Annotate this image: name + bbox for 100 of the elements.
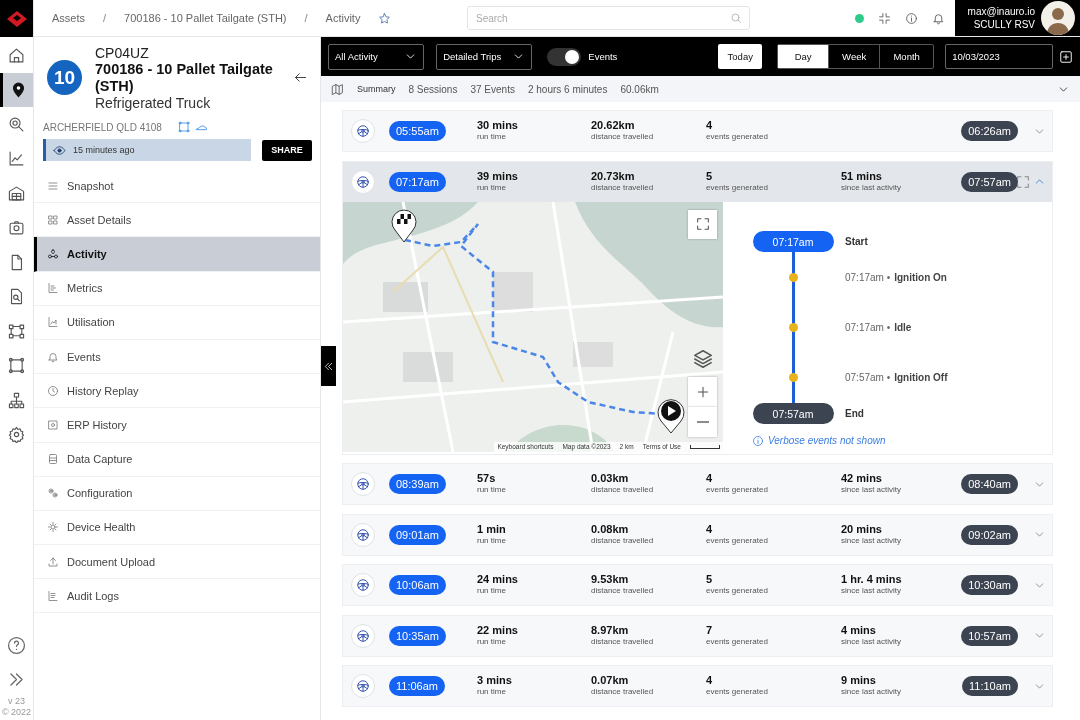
today-button[interactable]: Today [718, 44, 763, 69]
event-dot [788, 273, 798, 282]
last-seen-text: 15 minutes ago [73, 145, 135, 155]
add-button[interactable] [1059, 49, 1073, 64]
warehouse-icon [8, 184, 25, 202]
fullscreen-button[interactable] [688, 209, 717, 239]
menu-item[interactable]: Audit Logs [34, 579, 320, 614]
stat-label: distance travelled [591, 534, 655, 546]
stat-label: since last activity [841, 686, 903, 697]
trip-row[interactable]: 10:35am 22 mins run time 8.97km distance travelled 7 events generated 4 mins since last activity 10:57am [343, 615, 1052, 656]
database-icon [47, 453, 59, 466]
star-icon [378, 11, 392, 25]
activity-filter-dropdown[interactable]: All Activity [328, 43, 425, 70]
stat-label: distance travelled [591, 131, 655, 142]
stat-value: 5 [706, 170, 714, 182]
menu-item[interactable]: ERP History [34, 408, 320, 443]
layers-icon [691, 348, 714, 370]
breadcrumb-link[interactable]: Activity [325, 12, 361, 24]
info-icon [752, 434, 764, 447]
search-icon [730, 12, 742, 24]
stat-value: 4 [706, 675, 714, 686]
stat-label: events generated [706, 686, 769, 697]
trip-row[interactable]: 11:06am 3 mins run time 0.07km distance travelled 4 events generated 9 mins since last activity 11:10am [343, 666, 1052, 706]
steering-wheel-icon [356, 174, 370, 189]
events-toggle[interactable] [547, 47, 582, 66]
line-chart-icon [8, 150, 25, 168]
stat-value: 1 hr. 4 mins [841, 574, 903, 585]
summary-stat: 37 Events [470, 83, 515, 95]
version-text: v 23 [8, 696, 25, 707]
menu-item[interactable]: Events [34, 339, 320, 375]
end-time-badge: 10:30am [961, 575, 1018, 595]
logo-icon [5, 9, 28, 28]
trip-row[interactable]: 08:39am 57s run time 0.03km distance travelled 4 events generated 42 mins since last activity 08:40am [343, 464, 1052, 504]
stat-label: distance travelled [591, 484, 655, 495]
date-field[interactable]: 10/03/2023 [945, 44, 1053, 69]
avatar[interactable] [1041, 1, 1075, 35]
trip-row[interactable]: 09:01am 1 min run time 0.08km distance travelled 4 events generated 20 mins since last activity 09:02am [343, 514, 1052, 555]
stat-value: 22 mins [477, 624, 519, 636]
menu-item[interactable]: Activity [34, 237, 320, 272]
fullscreen-button[interactable] [1015, 173, 1031, 190]
stat-value: 30 mins [477, 120, 519, 131]
trip-mode-dropdown[interactable]: Detailed Trips [436, 43, 533, 70]
menu-item[interactable]: Utilisation [34, 305, 320, 340]
stat-label: run time [477, 635, 507, 647]
timeline-label: Start [845, 236, 868, 247]
hierarchy-icon [8, 391, 25, 409]
stat-value: 4 mins [841, 624, 877, 636]
stat-value: 20.73km [591, 170, 636, 182]
asset-name: 700186 - 10 Pallet Tailgate (STH) [95, 60, 274, 95]
stat-value: 0.07km [591, 675, 630, 686]
nav-button[interactable] [0, 72, 33, 107]
end-time-badge: 06:26am [961, 121, 1018, 141]
collapse-panel-handle[interactable] [321, 346, 336, 386]
frame-icon [8, 357, 25, 375]
back-button[interactable] [293, 70, 308, 85]
trip-row[interactable]: 07:17am 39 mins run time 20.73km distance travelled 5 events generated 51 mins since last activity 07:57am [343, 161, 1052, 202]
stat-value: 51 mins [841, 170, 883, 182]
zoom-out-button[interactable] [688, 406, 717, 437]
trip-row[interactable]: 10:06am 24 mins run time 9.53km distance travelled 5 events generated 1 hr. 4 mins since last activity 10:30am [343, 565, 1052, 605]
menu-item[interactable]: Data Capture [34, 442, 320, 477]
stat-label: since last activity [841, 635, 903, 647]
range-tab[interactable]: Week [828, 45, 880, 68]
fullscreen-icon [694, 216, 711, 232]
stat-value: 20.62km [591, 120, 636, 131]
stat-value: 9.53km [591, 574, 630, 585]
steering-wheel-icon [356, 527, 370, 542]
timeline-event: 07:57am • Ignition Off [845, 372, 948, 383]
menu-item[interactable]: Device Health [34, 510, 320, 546]
breadcrumb-link[interactable]: Assets [52, 12, 85, 24]
menu-item[interactable]: Document Upload [34, 545, 320, 580]
stat-label: distance travelled [591, 181, 655, 193]
minus-icon [696, 420, 709, 423]
search-field[interactable]: Search [467, 6, 750, 30]
breadcrumb-separator: / [103, 12, 107, 24]
range-tab[interactable]: Month [879, 45, 934, 68]
info-icon [905, 11, 918, 25]
end-time-badge: 07:57am [752, 403, 834, 424]
stat-value: 24 mins [477, 574, 519, 585]
play-pin-icon [656, 396, 686, 433]
document-search-icon [8, 288, 25, 306]
stat-label: distance travelled [591, 635, 655, 647]
menu-item[interactable]: History Replay [34, 374, 320, 409]
summary-label: Summary [357, 84, 396, 94]
organisation-name: SCULLY RSV [973, 18, 1035, 31]
trip-row[interactable]: 05:55am 30 mins run time 20.62km distance travelled 4 events generated 06:26am [343, 111, 1052, 151]
end-time-badge: 11:10am [962, 676, 1018, 696]
plus-icon [1059, 49, 1073, 64]
range-tab[interactable]: Day [778, 45, 829, 68]
menu-item[interactable]: Snapshot [34, 169, 320, 204]
menu-item[interactable]: Configuration [34, 476, 320, 511]
stat-label: events generated [706, 484, 769, 495]
fullscreen-icon [1015, 173, 1031, 190]
list-chart-icon [47, 282, 59, 295]
menu-item[interactable]: Metrics [34, 271, 320, 306]
stat-label: run time [477, 131, 507, 142]
breadcrumb-link[interactable]: 700186 - 10 Pallet Tailgate (STH) [124, 12, 287, 24]
stat-value: 8.97km [591, 624, 630, 636]
stat-value: 0.08km [591, 523, 630, 535]
stat-label: events generated [706, 534, 769, 546]
share-button[interactable]: SHARE [262, 139, 312, 161]
